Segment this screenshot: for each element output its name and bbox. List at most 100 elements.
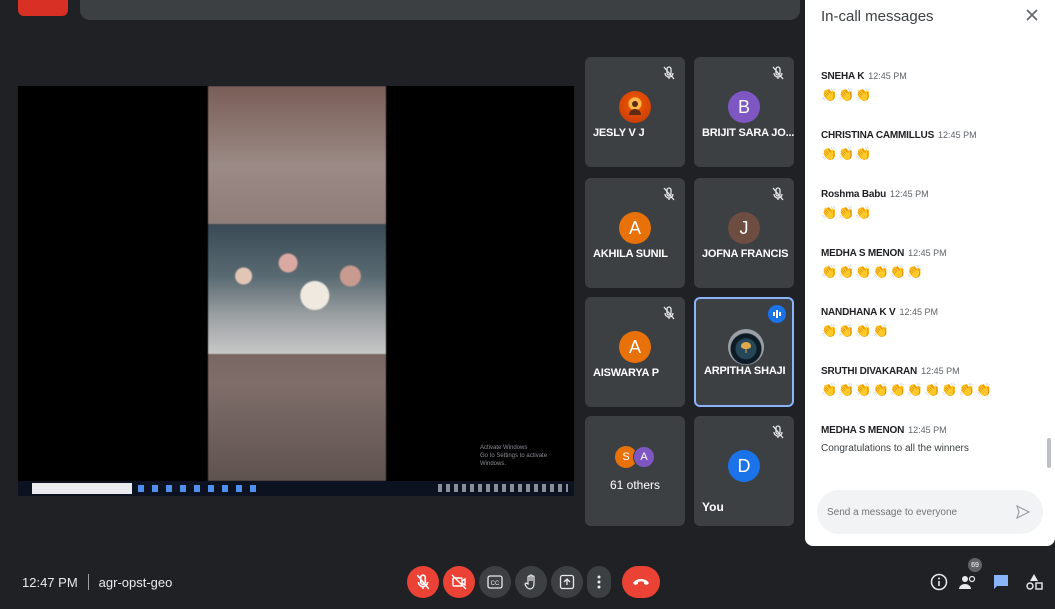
chat-message-input[interactable] bbox=[827, 503, 1007, 521]
others-tile[interactable]: S A 61 others bbox=[585, 416, 685, 526]
person-silhouette-icon bbox=[629, 101, 641, 115]
participant-name: JOFNA FRANCIS bbox=[702, 248, 789, 260]
mic-off-icon bbox=[772, 187, 784, 201]
avatar: A bbox=[619, 212, 651, 244]
people-icon bbox=[959, 575, 976, 589]
speaking-indicator-icon bbox=[768, 305, 786, 323]
svg-text:CC: CC bbox=[491, 581, 500, 587]
chat-message: SRUTHI DIVAKARAN 12:45 PM 👏👏👏👏👏👏👏👏👏👏 bbox=[821, 361, 1041, 420]
chat-icon bbox=[994, 575, 1008, 589]
chat-message-list: SNEHA K 12:45 PM 👏👏👏 CHRISTINA CAMMILLUS 1… bbox=[821, 66, 1041, 479]
message-sender: MEDHA S MENON bbox=[821, 248, 905, 259]
message-time: 12:45 PM bbox=[868, 71, 907, 81]
more-options-button[interactable] bbox=[587, 566, 611, 598]
message-time: 12:45 PM bbox=[899, 307, 938, 317]
message-sender: SRUTHI DIVAKARAN bbox=[821, 366, 918, 377]
chat-message: Roshma Babu 12:45 PM 👏👏👏 bbox=[821, 184, 1041, 243]
captions-icon: CC bbox=[487, 575, 503, 589]
chat-message: NANDHANA K V 12:45 PM 👏👏👏👏 bbox=[821, 302, 1041, 361]
message-sender: MEDHA S MENON bbox=[821, 425, 905, 436]
meeting-info: 12:47 PM agr-opst-geo bbox=[22, 574, 172, 590]
camera-toggle-button[interactable] bbox=[443, 566, 475, 598]
mic-off-icon bbox=[772, 425, 784, 439]
avatar: J bbox=[728, 212, 760, 244]
info-icon bbox=[930, 573, 948, 591]
message-sender: NANDHANA K V bbox=[821, 307, 896, 318]
message-time: 12:45 PM bbox=[938, 130, 977, 140]
meeting-code: agr-opst-geo bbox=[98, 574, 173, 590]
send-icon[interactable] bbox=[1015, 504, 1031, 520]
others-avatars: S A bbox=[615, 446, 657, 468]
raise-hand-button[interactable] bbox=[515, 566, 547, 598]
participant-name: AKHILA SUNIL bbox=[593, 248, 668, 260]
participant-tile-jofna[interactable]: J JOFNA FRANCIS bbox=[694, 178, 794, 288]
participant-name: JESLY V J bbox=[593, 127, 645, 139]
message-time: 12:45 PM bbox=[908, 248, 947, 258]
message-body: 👏👏👏👏👏👏 bbox=[821, 264, 925, 279]
participant-tile-aiswarya[interactable]: A AISWARYA P bbox=[585, 297, 685, 407]
present-button[interactable] bbox=[551, 566, 583, 598]
mic-off-icon bbox=[416, 574, 430, 590]
watermark-title: Activate Windows bbox=[480, 445, 528, 451]
watermark-subtitle: Go to Settings to activate Windows. bbox=[480, 453, 548, 467]
divider bbox=[87, 574, 89, 590]
camera-off-icon bbox=[451, 574, 467, 590]
participant-tile-arpitha[interactable]: ARPITHA SHAJI bbox=[694, 297, 794, 407]
more-vert-icon bbox=[597, 575, 601, 589]
shared-taskbar bbox=[18, 481, 574, 496]
message-body: 👏👏👏 bbox=[821, 146, 873, 161]
present-screen-icon bbox=[559, 574, 575, 590]
participant-name: ARPITHA SHAJI bbox=[704, 365, 786, 377]
activities-button[interactable] bbox=[1022, 570, 1046, 594]
leave-call-button[interactable] bbox=[622, 566, 660, 598]
message-sender: Roshma Babu bbox=[821, 189, 887, 200]
avatar: A bbox=[633, 446, 655, 468]
chat-message: CHRISTINA CAMMILLUS 12:45 PM 👏👏👏 bbox=[821, 125, 1041, 184]
shared-taskbar-icons bbox=[138, 485, 258, 492]
chat-scrollbar[interactable] bbox=[1047, 438, 1051, 468]
people-button[interactable] bbox=[956, 570, 980, 594]
message-sender: SNEHA K bbox=[821, 71, 865, 82]
message-time: 12:45 PM bbox=[908, 425, 947, 435]
message-body: 👏👏👏 bbox=[821, 87, 873, 102]
mic-toggle-button[interactable] bbox=[407, 566, 439, 598]
avatar: A bbox=[619, 331, 651, 363]
raise-hand-icon bbox=[524, 574, 535, 590]
mic-off-icon bbox=[663, 66, 675, 80]
message-time: 12:45 PM bbox=[921, 366, 960, 376]
recording-indicator bbox=[18, 0, 68, 16]
close-icon[interactable] bbox=[1023, 6, 1041, 24]
message-body: 👏👏👏 bbox=[821, 205, 873, 220]
chat-message: SNEHA K 12:45 PM 👏👏👏 bbox=[821, 66, 1041, 125]
chat-title: In-call messages bbox=[821, 8, 934, 25]
hang-up-icon bbox=[633, 579, 649, 585]
chat-button[interactable] bbox=[989, 570, 1013, 594]
message-body: Congratulations to all the winners bbox=[821, 443, 969, 454]
self-tile[interactable]: D You bbox=[694, 416, 794, 526]
captions-button[interactable]: CC bbox=[479, 566, 511, 598]
mic-off-icon bbox=[663, 187, 675, 201]
message-sender: CHRISTINA CAMMILLUS bbox=[821, 130, 935, 141]
video-frame-image bbox=[208, 224, 386, 354]
avatar: D bbox=[728, 450, 760, 482]
presentation-view[interactable]: Activate Windows Go to Settings to activ… bbox=[18, 86, 574, 496]
participant-tile-brijit[interactable]: B BRIJIT SARA JO... bbox=[694, 57, 794, 167]
chat-message: MEDHA S MENON 12:45 PM 👏👏👏👏👏👏 bbox=[821, 243, 1041, 302]
tree-icon bbox=[741, 342, 751, 353]
meeting-details-button[interactable] bbox=[927, 570, 951, 594]
mic-off-icon bbox=[772, 66, 784, 80]
avatar: B bbox=[728, 91, 760, 123]
avatar-photo bbox=[619, 91, 651, 123]
chat-input-box[interactable] bbox=[817, 490, 1043, 534]
participant-tile-akhila[interactable]: A AKHILA SUNIL bbox=[585, 178, 685, 288]
meeting-time: 12:47 PM bbox=[22, 574, 78, 590]
avatar-photo bbox=[728, 329, 764, 365]
chat-panel: In-call messages SNEHA K 12:45 PM 👏👏👏 CHR… bbox=[805, 0, 1055, 546]
shared-taskbar-search bbox=[32, 483, 132, 494]
shared-video bbox=[208, 86, 386, 481]
top-banner bbox=[80, 0, 800, 20]
participant-tile-jesly[interactable]: JESLY V J bbox=[585, 57, 685, 167]
participant-name: AISWARYA P bbox=[593, 367, 659, 379]
message-time: 12:45 PM bbox=[890, 189, 929, 199]
meet-window: Activate Windows Go to Settings to activ… bbox=[0, 0, 1055, 609]
